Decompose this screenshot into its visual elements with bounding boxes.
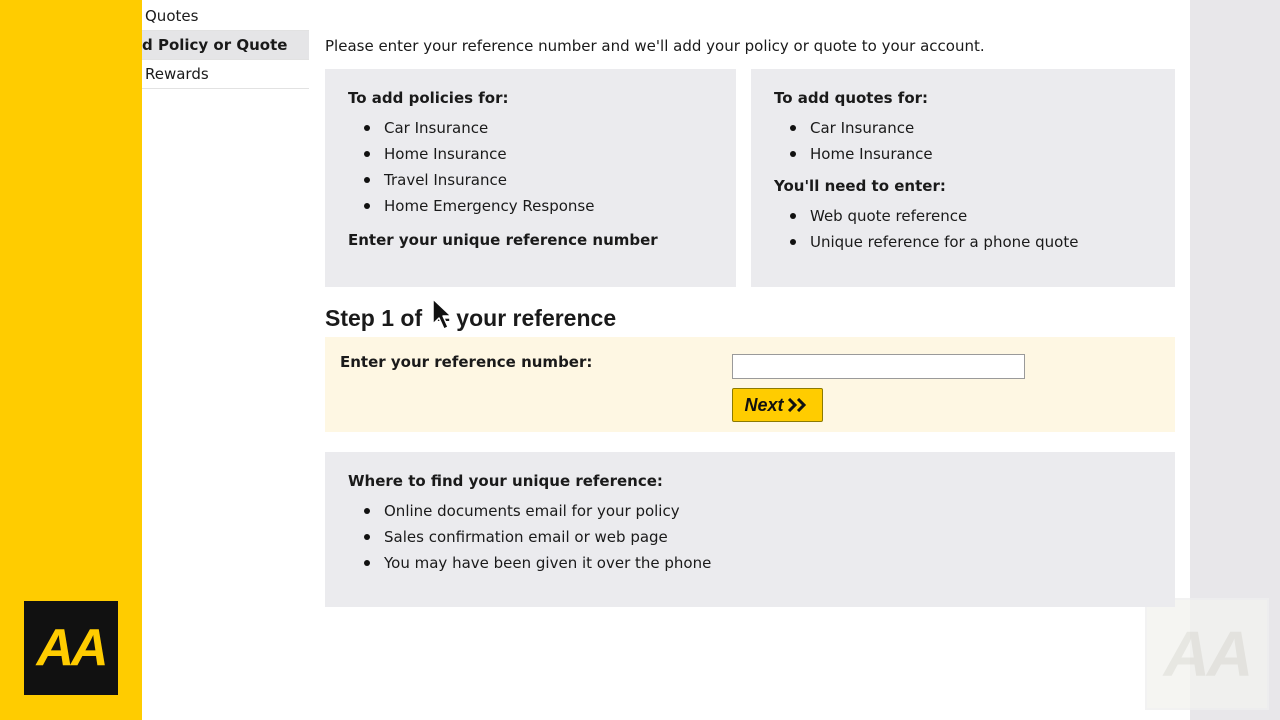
quotes-heading: To add quotes for: <box>774 89 929 107</box>
account-nav: Quotes d Policy or Quote Rewards <box>142 0 309 89</box>
step-title: Step 1 of – your reference <box>325 305 616 332</box>
nav-item-quotes[interactable]: Quotes <box>142 0 309 31</box>
quotes-subheading: You'll need to enter: <box>774 177 946 195</box>
quotes-list: Car Insurance Home Insurance <box>774 115 1175 167</box>
intro-text: Please enter your reference number and w… <box>325 37 985 55</box>
aa-logo-text: AA <box>36 619 108 677</box>
list-item: Online documents email for your policy <box>348 498 1175 524</box>
find-reference-panel: Where to find your unique reference: Onl… <box>325 452 1175 607</box>
list-item: You may have been given it over the phon… <box>348 550 1175 576</box>
policies-heading: To add policies for: <box>348 89 509 107</box>
policies-list: Car Insurance Home Insurance Travel Insu… <box>348 115 736 219</box>
quotes-info-panel: To add quotes for: Car Insurance Home In… <box>751 69 1175 287</box>
policies-footer: Enter your unique reference number <box>348 231 658 249</box>
quotes-enter-list: Web quote reference Unique reference for… <box>774 203 1175 255</box>
list-item: Home Insurance <box>348 141 736 167</box>
list-item: Unique reference for a phone quote <box>774 229 1175 255</box>
policies-info-panel: To add policies for: Car Insurance Home … <box>325 69 736 287</box>
double-chevron-right-icon <box>787 398 806 412</box>
aa-logo: AA <box>24 601 118 695</box>
list-item: Travel Insurance <box>348 167 736 193</box>
list-item: Home Emergency Response <box>348 193 736 219</box>
reference-label: Enter your reference number: <box>340 353 593 371</box>
find-heading: Where to find your unique reference: <box>348 472 663 490</box>
list-item: Car Insurance <box>348 115 736 141</box>
step-title-suffix: – your reference <box>437 305 617 331</box>
list-item: Sales confirmation email or web page <box>348 524 1175 550</box>
step-title-main: Step 1 of <box>325 305 423 331</box>
reference-form: Enter your reference number: Next <box>325 337 1175 432</box>
find-list: Online documents email for your policy S… <box>348 498 1175 576</box>
list-item: Home Insurance <box>774 141 1175 167</box>
list-item: Web quote reference <box>774 203 1175 229</box>
aa-watermark-text: AA <box>1163 618 1253 690</box>
nav-item-add-policy-or-quote[interactable]: d Policy or Quote <box>142 31 309 60</box>
reference-number-input[interactable] <box>732 354 1025 379</box>
list-item: Car Insurance <box>774 115 1175 141</box>
aa-watermark: AA <box>1145 598 1269 710</box>
next-button-label: Next <box>744 394 784 415</box>
nav-item-rewards[interactable]: Rewards <box>142 60 309 89</box>
next-button[interactable]: Next <box>732 388 823 422</box>
mouse-cursor-icon <box>432 298 452 330</box>
